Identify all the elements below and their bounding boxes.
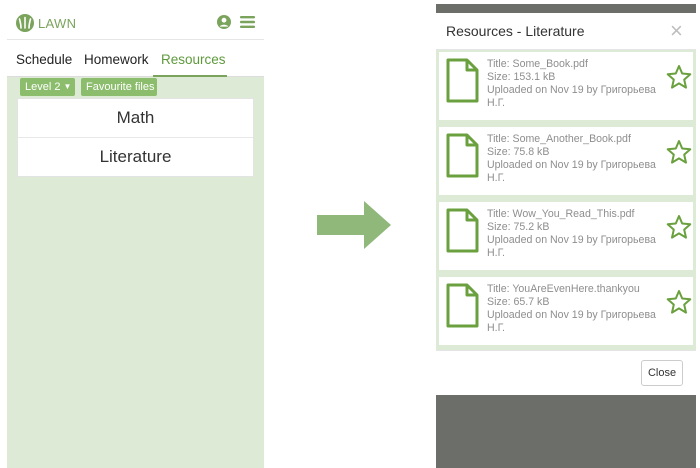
file-title: Title: Some_Book.pdf xyxy=(487,58,588,70)
star-outline-icon[interactable] xyxy=(666,139,692,165)
file-size: Size: 75.8 kB xyxy=(487,146,550,158)
hamburger-menu-icon[interactable] xyxy=(240,15,255,29)
resources-screen: LAWN Schedule Homework Resources Level 2… xyxy=(7,7,264,468)
app-header: LAWN xyxy=(7,7,264,40)
file-uploader-suffix: Н.Г. xyxy=(487,97,505,109)
file-title: Title: Some_Another_Book.pdf xyxy=(487,133,631,145)
star-outline-icon[interactable] xyxy=(666,289,692,315)
file-icon xyxy=(446,58,479,103)
active-tab-indicator xyxy=(153,75,227,77)
file-uploader-suffix: Н.Г. xyxy=(487,172,505,184)
modal-footer: Close xyxy=(436,351,696,395)
file-icon xyxy=(446,133,479,178)
subject-item-literature[interactable]: Literature xyxy=(18,138,253,176)
tab-resources[interactable]: Resources xyxy=(161,52,226,67)
lawn-logo-icon xyxy=(16,14,34,32)
file-icon xyxy=(446,208,479,253)
favourite-files-button[interactable]: Favourite files xyxy=(81,78,157,96)
file-title: Title: Wow_You_Read_This.pdf xyxy=(487,208,635,220)
file-item: Title: Wow_You_Read_This.pdf Size: 75.2 … xyxy=(439,202,693,270)
file-size: Size: 153.1 kB xyxy=(487,71,556,83)
star-outline-icon[interactable] xyxy=(666,64,692,90)
user-icon[interactable] xyxy=(217,15,231,29)
subject-item-math[interactable]: Math xyxy=(18,99,253,138)
star-outline-icon[interactable] xyxy=(666,214,692,240)
file-details: Title: Some_Another_Book.pdf Size: 75.8 … xyxy=(487,133,665,185)
arrow-right-icon xyxy=(317,201,391,249)
file-list: Title: Some_Book.pdf Size: 153.1 kB Uplo… xyxy=(436,50,696,351)
file-uploaded: Uploaded on Nov 19 by Григорьева xyxy=(487,234,656,246)
file-item: Title: Some_Book.pdf Size: 153.1 kB Uplo… xyxy=(439,52,693,120)
level-dropdown-label: Level 2 xyxy=(25,81,61,93)
subject-list: Math Literature xyxy=(17,98,254,177)
file-uploader-suffix: Н.Г. xyxy=(487,247,505,259)
file-uploaded: Uploaded on Nov 19 by Григорьева xyxy=(487,84,656,96)
file-details: Title: Wow_You_Read_This.pdf Size: 75.2 … xyxy=(487,208,665,260)
file-size: Size: 75.2 kB xyxy=(487,221,550,233)
tab-schedule[interactable]: Schedule xyxy=(16,52,72,67)
modal-title: Resources - Literature xyxy=(446,23,585,39)
file-uploaded: Uploaded on Nov 19 by Григорьева xyxy=(487,159,656,171)
file-details: Title: Some_Book.pdf Size: 153.1 kB Uplo… xyxy=(487,58,665,110)
file-uploader-suffix: Н.Г. xyxy=(487,322,505,334)
file-details: Title: YouAreEvenHere.thankyou Size: 65.… xyxy=(487,283,665,335)
file-size: Size: 65.7 kB xyxy=(487,296,550,308)
app-name: LAWN xyxy=(38,15,77,31)
file-title: Title: YouAreEvenHere.thankyou xyxy=(487,283,640,295)
resources-modal: Resources - Literature × Title: Some_Boo… xyxy=(436,13,696,395)
file-uploaded: Uploaded on Nov 19 by Григорьева xyxy=(487,309,656,321)
modal-header: Resources - Literature × xyxy=(436,13,696,50)
tab-homework[interactable]: Homework xyxy=(84,52,149,67)
modal-backdrop[interactable]: Resources - Literature × Title: Some_Boo… xyxy=(436,4,696,468)
brand[interactable]: LAWN xyxy=(16,13,76,33)
file-item: Title: Some_Another_Book.pdf Size: 75.8 … xyxy=(439,127,693,195)
close-button[interactable]: Close xyxy=(641,360,683,386)
caret-down-icon: ▼ xyxy=(63,82,72,91)
file-item: Title: YouAreEvenHere.thankyou Size: 65.… xyxy=(439,277,693,345)
file-icon xyxy=(446,283,479,328)
nav-tabs: Schedule Homework Resources xyxy=(7,40,264,77)
level-dropdown-button[interactable]: Level 2 ▼ xyxy=(20,78,75,96)
close-icon[interactable]: × xyxy=(670,20,683,42)
